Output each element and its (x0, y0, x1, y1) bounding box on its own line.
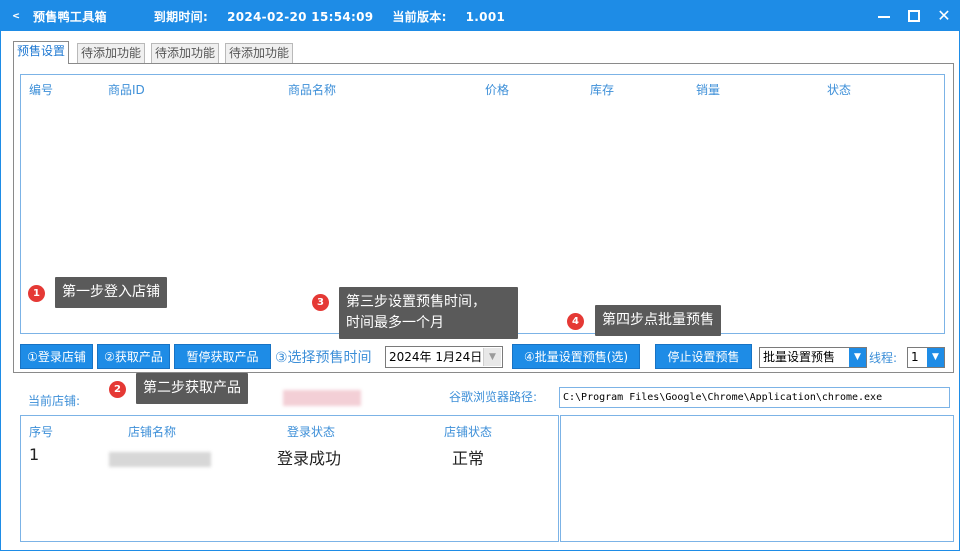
close-button[interactable]: ✕ (933, 5, 955, 27)
batch-presale-button[interactable]: ④批量设置预售(选) (512, 344, 640, 369)
col-header-shop-name: 店铺名称 (128, 425, 177, 439)
title-bar[interactable]: ᯝ 预售鸭工具箱 到期时间: 2024-02-20 15:54:09 当前版本:… (1, 1, 959, 31)
fetch-products-button[interactable]: ②获取产品 (97, 344, 170, 369)
app-title: 预售鸭工具箱 (33, 10, 107, 24)
shop-table[interactable]: 序号 店铺名称 登录状态 店铺状态 1 登录成功 正常 (20, 415, 559, 542)
row-login-status: 登录成功 (277, 449, 342, 468)
step-3-tooltip-line1: 第三步设置预售时间， (346, 294, 486, 310)
log-panel[interactable] (560, 415, 954, 542)
col-header-price: 价格 (485, 83, 510, 97)
browser-path-input[interactable]: C:\Program Files\Google\Chrome\Applicati… (559, 387, 950, 408)
thread-select[interactable]: 1 ▼ (907, 347, 945, 368)
row-shop-status: 正常 (452, 449, 485, 468)
col-header-login-status: 登录状态 (287, 425, 336, 439)
stop-presale-button[interactable]: 停止设置预售 (655, 344, 752, 369)
browser-path-label: 谷歌浏览器路径: (449, 390, 538, 404)
thread-label: 线程: (869, 351, 898, 365)
mode-select-value: 批量设置预售 (763, 350, 836, 364)
version-value: 1.001 (465, 10, 506, 24)
expiry-label: 到期时间: (153, 10, 209, 24)
current-shop-label: 当前店铺: (28, 394, 81, 408)
tab-presale-settings[interactable]: 预售设置 (13, 41, 70, 64)
login-shop-button[interactable]: ①登录店铺 (20, 344, 93, 369)
expiry-value: 2024-02-20 15:54:09 (227, 10, 374, 24)
chevron-down-icon: ▼ (927, 348, 944, 367)
maximize-icon (908, 10, 920, 22)
step-2-tooltip: 第二步获取产品 (136, 373, 248, 404)
row-index: 1 (29, 445, 40, 464)
step-3-tooltip-line2: 时间最多一个月 (346, 315, 444, 331)
col-header-status: 状态 (827, 83, 852, 97)
minimize-icon (878, 16, 890, 18)
col-header-sales: 销量 (696, 83, 721, 97)
mode-select[interactable]: 批量设置预售 ▼ (759, 347, 867, 368)
calendar-dropdown-icon[interactable]: ▼ (483, 348, 501, 366)
title-text: 预售鸭工具箱 到期时间: 2024-02-20 15:54:09 当前版本: 1… (33, 8, 505, 25)
shop-name-redacted (109, 452, 211, 467)
step-3-tooltip: 第三步设置预售时间， 时间最多一个月 (339, 287, 518, 339)
step-3-badge: 3 (312, 294, 329, 311)
chevron-down-icon: ▼ (849, 348, 866, 367)
col-header-shop-status: 店铺状态 (444, 425, 493, 439)
step-4-tooltip: 第四步点批量预售 (595, 305, 721, 336)
thread-select-value: 1 (911, 350, 919, 364)
minimize-button[interactable] (873, 5, 895, 27)
presale-date-picker[interactable]: 2024年 1月24日 ▼ (385, 346, 503, 368)
app-logo-icon: ᯝ (12, 11, 20, 21)
version-label: 当前版本: (392, 10, 447, 24)
maximize-button[interactable] (903, 5, 925, 27)
tab-placeholder-3[interactable]: 待添加功能 (225, 43, 294, 63)
step-1-badge: 1 (28, 285, 45, 302)
pause-fetch-button[interactable]: 暂停获取产品 (174, 344, 271, 369)
col-header-product-name: 商品名称 (288, 83, 337, 97)
tab-placeholder-1[interactable]: 待添加功能 (77, 43, 146, 63)
shop-name-redacted (283, 390, 361, 406)
tab-placeholder-2[interactable]: 待添加功能 (151, 43, 220, 63)
step-3-label: ③选择预售时间 (275, 350, 372, 366)
col-header-index: 序号 (29, 425, 54, 439)
close-icon: ✕ (937, 6, 951, 25)
date-value: 2024年 1月24日 (389, 350, 483, 364)
app-window: ᯝ 预售鸭工具箱 到期时间: 2024-02-20 15:54:09 当前版本:… (0, 0, 960, 551)
step-4-badge: 4 (567, 313, 584, 330)
col-header-number: 编号 (29, 83, 54, 97)
step-1-tooltip: 第一步登入店铺 (55, 277, 167, 308)
step-2-badge: 2 (109, 381, 126, 398)
col-header-stock: 库存 (590, 83, 615, 97)
col-header-product-id: 商品ID (108, 83, 145, 97)
